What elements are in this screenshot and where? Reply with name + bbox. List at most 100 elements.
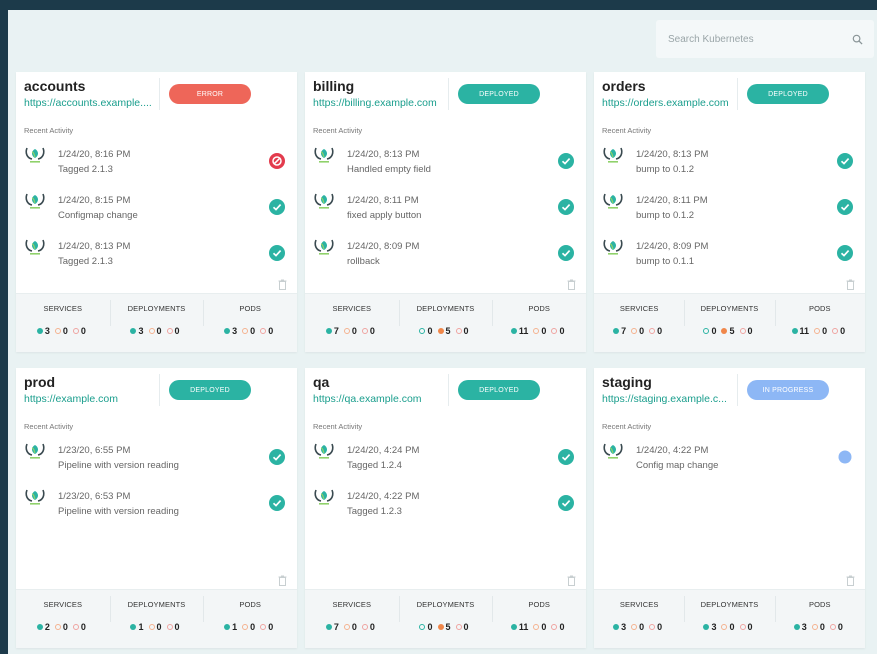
app-window: accounts https://accounts.example.... ER… [8, 10, 877, 654]
stat-pods[interactable]: PODS 3 0 0 [203, 294, 297, 352]
trash-icon[interactable] [567, 573, 576, 586]
stat-pods[interactable]: PODS 1 0 0 [203, 590, 297, 648]
activity-item[interactable]: 1/24/20, 8:13 PM Tagged 2.1.3 [16, 234, 297, 280]
pending-count: 0 [639, 622, 645, 632]
pending-count: 0 [819, 622, 825, 632]
trash-icon[interactable] [846, 573, 855, 586]
stat-deployments[interactable]: DEPLOYMENTS 0 5 0 [398, 294, 493, 352]
activity-item[interactable]: 1/24/20, 8:13 PM Handled empty field [305, 142, 586, 188]
activity-item[interactable]: 1/24/20, 8:13 PM bump to 0.1.2 [594, 142, 865, 188]
cluster-card-orders[interactable]: orders https://orders.example.com DEPLOY… [594, 72, 865, 352]
activity-item[interactable]: 1/23/20, 6:53 PM Pipeline with version r… [16, 484, 297, 530]
activity-message: Handled empty field [347, 164, 431, 175]
stat-services[interactable]: SERVICES 7 0 0 [305, 294, 399, 352]
card-header: accounts https://accounts.example.... ER… [16, 72, 297, 120]
stat-services-counts: 3 0 0 [594, 622, 684, 632]
activity-item[interactable]: 1/24/20, 8:15 PM Configmap change [16, 188, 297, 234]
failed-dot-icon [455, 328, 462, 334]
activity-message: Config map change [636, 460, 719, 471]
in-progress-icon [837, 449, 853, 465]
failed-dot-icon [551, 328, 558, 334]
stat-deployments[interactable]: DEPLOYMENTS 3 0 0 [684, 590, 774, 648]
stat-deployments[interactable]: DEPLOYMENTS 3 0 0 [109, 294, 204, 352]
cluster-url-link[interactable]: https://billing.example.com [313, 97, 437, 109]
healthy-count: 3 [138, 326, 144, 336]
top-bar [8, 10, 877, 70]
stat-deployments[interactable]: DEPLOYMENTS 0 5 0 [398, 590, 493, 648]
stat-services[interactable]: SERVICES 7 0 0 [594, 294, 684, 352]
healthy-count: 0 [427, 326, 433, 336]
pending-dot-icon [148, 328, 155, 334]
status-badge: DEPLOYED [458, 84, 540, 104]
cluster-url-link[interactable]: https://qa.example.com [313, 393, 422, 405]
stat-deployments[interactable]: DEPLOYMENTS 0 5 0 [684, 294, 774, 352]
activity-item[interactable]: 1/24/20, 8:11 PM fixed apply button [305, 188, 586, 234]
activity-time: 1/24/20, 8:13 PM [347, 149, 420, 160]
pending-count: 5 [729, 326, 735, 336]
cluster-name: orders [602, 78, 646, 94]
stat-pods[interactable]: PODS 11 0 0 [774, 294, 865, 352]
success-check-icon [558, 245, 574, 261]
pipeline-logo-icon [313, 488, 335, 506]
activity-item[interactable]: 1/24/20, 8:11 PM bump to 0.1.2 [594, 188, 865, 234]
cluster-card-accounts[interactable]: accounts https://accounts.example.... ER… [16, 72, 297, 352]
success-check-icon [269, 199, 285, 215]
activity-item[interactable]: 1/24/20, 4:24 PM Tagged 1.2.4 [305, 438, 586, 484]
success-check-icon [558, 153, 574, 169]
cluster-card-staging[interactable]: staging https://staging.example.c... IN … [594, 368, 865, 648]
header-divider [448, 78, 449, 110]
healthy-dot-icon [325, 328, 332, 334]
cluster-url-link[interactable]: https://example.com [24, 393, 118, 405]
trash-icon[interactable] [278, 573, 287, 586]
success-check-icon [837, 245, 853, 261]
activity-item[interactable]: 1/24/20, 8:16 PM Tagged 2.1.3 [16, 142, 297, 188]
card-header: orders https://orders.example.com DEPLOY… [594, 72, 865, 120]
cluster-card-prod[interactable]: prod https://example.com DEPLOYED Recent… [16, 368, 297, 648]
activity-item[interactable]: 1/24/20, 4:22 PM Config map change [594, 438, 865, 484]
trash-icon[interactable] [278, 277, 287, 290]
pending-count: 0 [639, 326, 645, 336]
cluster-url-link[interactable]: https://orders.example.com [602, 97, 729, 109]
pending-dot-icon [54, 328, 61, 334]
failed-dot-icon [832, 328, 839, 334]
pending-dot-icon [343, 624, 350, 630]
search-icon[interactable] [850, 32, 864, 46]
healthy-count: 3 [801, 622, 807, 632]
trash-icon[interactable] [846, 277, 855, 290]
card-header: billing https://billing.example.com DEPL… [305, 72, 586, 120]
trash-icon[interactable] [567, 277, 576, 290]
stat-services-counts: 2 0 0 [16, 622, 110, 632]
stat-services[interactable]: SERVICES 7 0 0 [305, 590, 399, 648]
activity-time: 1/24/20, 8:11 PM [636, 195, 708, 206]
failed-dot-icon [166, 328, 173, 334]
stat-services[interactable]: SERVICES 2 0 0 [16, 590, 110, 648]
cluster-name: staging [602, 374, 652, 390]
stat-pods[interactable]: PODS 11 0 0 [492, 294, 586, 352]
search-input[interactable] [666, 32, 850, 46]
cluster-card-billing[interactable]: billing https://billing.example.com DEPL… [305, 72, 586, 352]
stat-deployments[interactable]: DEPLOYMENTS 1 0 0 [109, 590, 204, 648]
failed-count: 0 [747, 622, 753, 632]
pending-dot-icon [721, 328, 728, 334]
stat-services[interactable]: SERVICES 3 0 0 [16, 294, 110, 352]
stat-pods[interactable]: PODS 11 0 0 [492, 590, 586, 648]
cluster-url-link[interactable]: https://accounts.example.... [24, 97, 152, 109]
activity-item[interactable]: 1/24/20, 8:09 PM rollback [305, 234, 586, 280]
activity-time: 1/24/20, 4:22 PM [347, 491, 420, 502]
healthy-dot-icon [419, 624, 426, 630]
pending-count: 0 [351, 622, 357, 632]
stat-pods[interactable]: PODS 3 0 0 [774, 590, 865, 648]
activity-item[interactable]: 1/24/20, 4:22 PM Tagged 1.2.3 [305, 484, 586, 530]
cluster-card-qa[interactable]: qa https://qa.example.com DEPLOYED Recen… [305, 368, 586, 648]
stat-services[interactable]: SERVICES 3 0 0 [594, 590, 684, 648]
pipeline-logo-icon [313, 238, 335, 256]
stat-pods-counts: 3 0 0 [203, 326, 297, 336]
cluster-url-link[interactable]: https://staging.example.c... [602, 393, 727, 405]
search-box[interactable] [656, 20, 874, 58]
stats-bar: SERVICES 3 0 0 DEPLOYMENTS 3 0 0 PODS 3 … [594, 589, 865, 648]
activity-item[interactable]: 1/24/20, 8:09 PM bump to 0.1.1 [594, 234, 865, 280]
stat-deployments-label: DEPLOYMENTS [416, 304, 475, 313]
activity-item[interactable]: 1/23/20, 6:55 PM Pipeline with version r… [16, 438, 297, 484]
failed-count: 0 [463, 622, 469, 632]
failed-dot-icon [260, 624, 267, 630]
